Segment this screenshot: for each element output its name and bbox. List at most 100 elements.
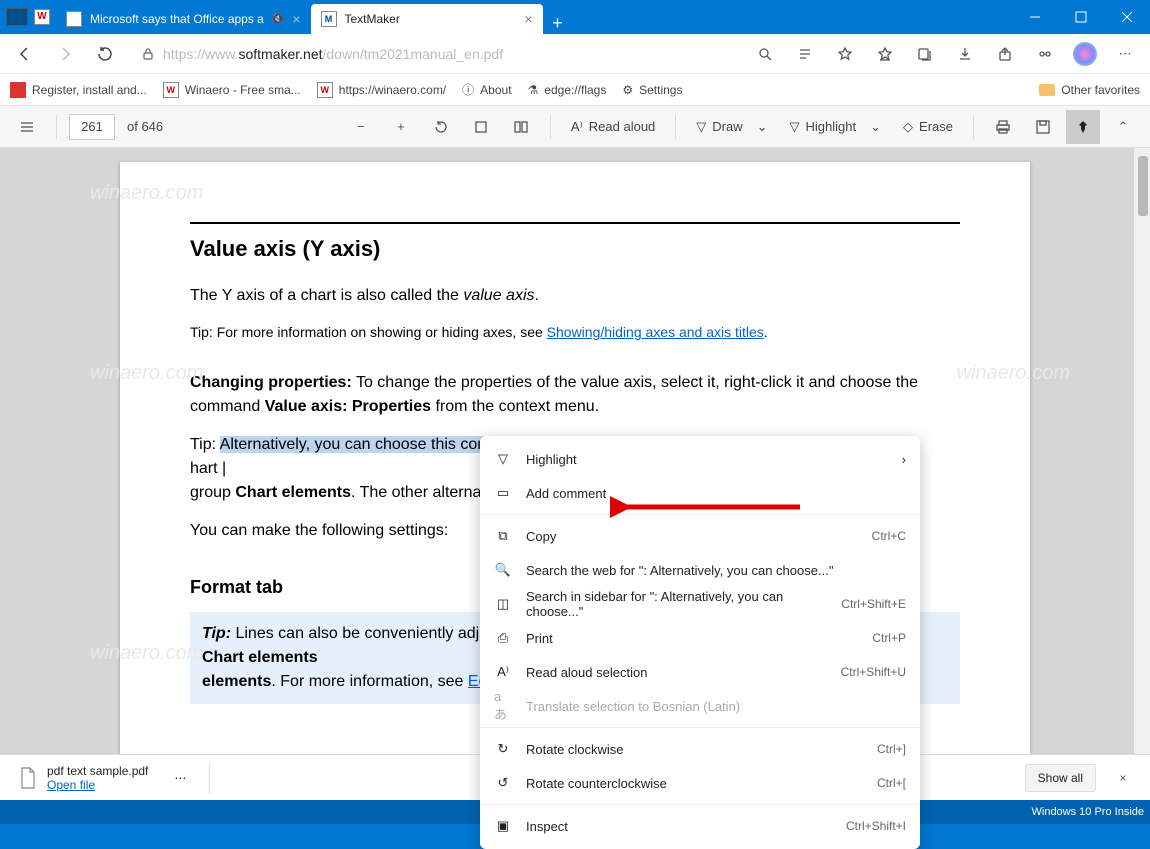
chevron-down-icon[interactable]: ⌄	[757, 119, 768, 135]
open-file-link[interactable]: Open file	[47, 778, 95, 792]
link-showing-hiding[interactable]: Showing/hiding axes and axis titles	[547, 324, 764, 340]
page-view-button[interactable]	[504, 112, 538, 142]
pdf-toolbar: 261 of 646 − + A⁾Read aloud ▽Draw⌄ ▽High…	[0, 106, 1150, 148]
watermark: winaero.com	[90, 642, 203, 665]
fav-item[interactable]: WWinaero - Free sma...	[163, 82, 301, 98]
pinned-site-icon[interactable]: W	[34, 9, 50, 25]
download-chip[interactable]: pdf text sample.pdf Open file ⋯	[10, 759, 195, 797]
highlight-button[interactable]: ▽Highlight⌄	[782, 112, 890, 142]
contents-button[interactable]	[10, 112, 44, 142]
vertical-scrollbar[interactable]	[1134, 148, 1150, 754]
add-favorite-icon[interactable]	[828, 39, 862, 69]
window-minimize-button[interactable]	[1012, 0, 1058, 34]
fav-item[interactable]: ⓘAbout	[462, 81, 511, 98]
favorites-icon[interactable]	[868, 39, 902, 69]
read-aloud-button[interactable]: A⁾Read aloud	[563, 112, 663, 142]
save-button[interactable]	[1026, 112, 1060, 142]
menu-translate: aあTranslate selection to Bosnian (Latin)	[480, 689, 920, 723]
menu-inspect[interactable]: ▣InspectCtrl+Shift+I	[480, 809, 920, 843]
print-button[interactable]	[986, 112, 1020, 142]
extensions-icon[interactable]	[1028, 39, 1062, 69]
menu-search-web[interactable]: 🔍Search the web for ": Alternatively, yo…	[480, 553, 920, 587]
fav-item[interactable]: ⚙Settings	[622, 83, 682, 97]
taskbar-text: Windows 10 Pro Inside	[1032, 806, 1145, 818]
new-tab-button[interactable]: +	[543, 13, 573, 34]
translate-icon: aあ	[494, 689, 512, 723]
more-icon[interactable]: ⋯	[174, 771, 186, 785]
menu-rotate-cw[interactable]: ↻Rotate clockwiseCtrl+]	[480, 732, 920, 766]
menu-read-aloud[interactable]: A⁾Read aloud selectionCtrl+Shift+U	[480, 655, 920, 689]
window-maximize-button[interactable]	[1058, 0, 1104, 34]
fav-item[interactable]: Whttps://winaero.com/	[317, 82, 446, 98]
menu-button[interactable]: ⋯	[1108, 39, 1142, 69]
mute-icon[interactable]: 🔇	[272, 14, 284, 25]
print-icon: ⎙	[494, 630, 512, 646]
tab-active[interactable]: M TextMaker ×	[311, 4, 543, 34]
menu-highlight[interactable]: ▽Highlight›	[480, 442, 920, 476]
rotate-button[interactable]	[424, 112, 458, 142]
read-aloud-icon: A⁾	[571, 119, 583, 135]
site-icon: W	[317, 82, 333, 98]
site-icon: W	[163, 82, 179, 98]
draw-button[interactable]: ▽Draw⌄	[688, 112, 775, 142]
window-close-button[interactable]	[1104, 0, 1150, 34]
folder-icon	[1039, 84, 1055, 96]
tab-close-icon[interactable]: ×	[292, 11, 300, 27]
zoom-icon[interactable]	[748, 39, 782, 69]
inspect-icon: ▣	[494, 818, 512, 834]
fav-item[interactable]: ⚗edge://flags	[528, 83, 607, 97]
favorites-bar: Register, install and... WWinaero - Free…	[0, 74, 1150, 106]
tab-title: TextMaker	[345, 12, 400, 26]
menu-search-sidebar[interactable]: ◫Search in sidebar for ": Alternatively,…	[480, 587, 920, 621]
forward-button	[48, 39, 82, 69]
info-icon: ⓘ	[462, 81, 474, 98]
pin-toolbar-button[interactable]	[1066, 110, 1100, 144]
rotate-ccw-icon: ↺	[494, 775, 512, 791]
menu-rotate-ccw[interactable]: ↺Rotate counterclockwiseCtrl+[	[480, 766, 920, 800]
back-button[interactable]	[8, 39, 42, 69]
tab-close-icon[interactable]: ×	[524, 11, 532, 27]
watermark: winaero.com	[90, 362, 203, 385]
page-count: of 646	[127, 119, 163, 134]
tab-inactive[interactable]: W Microsoft says that Office apps a 🔇 ×	[56, 4, 311, 34]
file-icon	[19, 767, 37, 789]
profile-avatar[interactable]	[1068, 39, 1102, 69]
tab-strip: W Microsoft says that Office apps a 🔇 × …	[56, 0, 1012, 34]
download-filename: pdf text sample.pdf	[47, 764, 148, 778]
comment-icon: ▭	[494, 485, 512, 501]
url-field[interactable]: https://www.softmaker.net/down/tm2021man…	[128, 39, 742, 69]
copy-icon: ⧉	[494, 528, 512, 544]
page-number-input[interactable]: 261	[69, 114, 115, 140]
zoom-in-button[interactable]: +	[384, 112, 418, 142]
close-download-bar[interactable]: ×	[1106, 763, 1140, 793]
site-icon	[10, 82, 26, 98]
zoom-out-button[interactable]: −	[344, 112, 378, 142]
menu-print[interactable]: ⎙PrintCtrl+P	[480, 621, 920, 655]
read-aloud-icon[interactable]	[788, 39, 822, 69]
sidebar-icon: ◫	[494, 596, 512, 612]
show-all-button[interactable]: Show all	[1025, 764, 1096, 792]
refresh-button[interactable]	[88, 39, 122, 69]
gear-icon: ⚙	[622, 83, 633, 97]
flask-icon: ⚗	[528, 83, 539, 97]
tab-favicon: M	[321, 11, 337, 27]
erase-button[interactable]: ◇Erase	[895, 112, 961, 142]
rotate-cw-icon: ↻	[494, 741, 512, 757]
chevron-down-icon[interactable]: ⌄	[870, 119, 881, 135]
fit-page-button[interactable]	[464, 112, 498, 142]
menu-copy[interactable]: ⧉CopyCtrl+C	[480, 519, 920, 553]
url-text: https://www.softmaker.net/down/tm2021man…	[163, 46, 503, 62]
paragraph-tip: Tip: For more information on showing or …	[190, 322, 960, 343]
downloads-icon[interactable]	[948, 39, 982, 69]
collections-icon[interactable]	[908, 39, 942, 69]
chevron-up-icon[interactable]: ⌃	[1106, 112, 1140, 142]
heading-value-axis: Value axis (Y axis)	[190, 236, 960, 262]
paragraph: The Y axis of a chart is also called the…	[190, 284, 960, 308]
fav-item[interactable]: Register, install and...	[10, 82, 147, 98]
other-favorites[interactable]: Other favorites	[1039, 83, 1140, 97]
virtual-desktop-icon[interactable]	[6, 8, 28, 26]
share-icon[interactable]	[988, 39, 1022, 69]
scrollbar-thumb[interactable]	[1138, 156, 1148, 216]
watermark: winaero.com	[957, 362, 1070, 385]
highlight-icon: ▽	[790, 119, 800, 135]
